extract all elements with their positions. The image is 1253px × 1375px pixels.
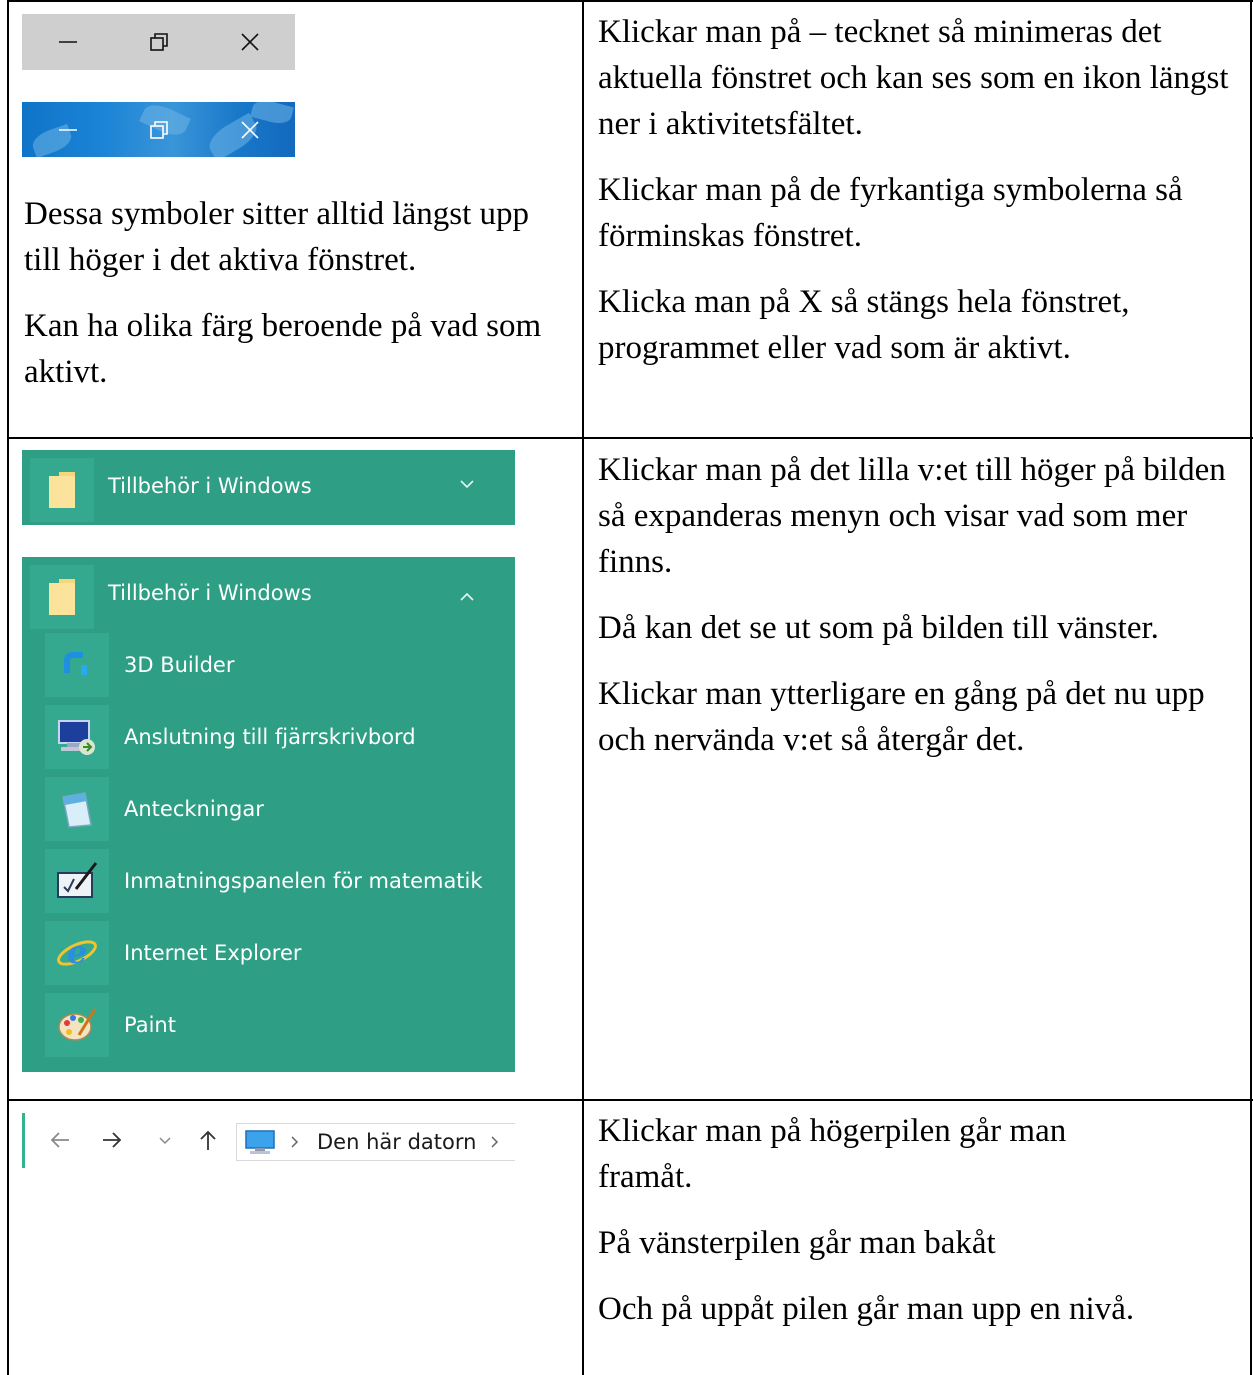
back-arrow-icon[interactable] [42, 1123, 78, 1157]
paragraph: Kan ha olika färg beroende på vad som ak… [24, 308, 542, 390]
internet-explorer-icon: e [45, 921, 109, 985]
row1-left-text: Dessa symboler sitter alltid längst upp … [24, 191, 564, 395]
row-divider-1 [7, 437, 1253, 439]
menu-item-label: Anteckningar [124, 797, 264, 821]
svg-text:e: e [67, 933, 87, 971]
menu-group-header[interactable]: Tillbehör i Windows [22, 450, 515, 522]
forward-arrow-icon[interactable] [94, 1123, 130, 1157]
menu-item-notepad[interactable]: Anteckningar [22, 773, 515, 845]
menu-group-title: Tillbehör i Windows [108, 581, 312, 605]
computer-icon [243, 1128, 277, 1161]
table-top-border [7, 0, 1253, 2]
menu-item-label: 3D Builder [124, 653, 235, 677]
menu-item-internet-explorer[interactable]: e Internet Explorer [22, 917, 515, 989]
row1-right-text: Klickar man på – tecknet så minimeras de… [598, 9, 1248, 371]
window-controls-grey [22, 14, 295, 70]
window-controls-blue [22, 102, 295, 157]
math-input-icon [45, 849, 109, 913]
menu-item-paint[interactable]: Paint [22, 989, 515, 1061]
menu-group-header[interactable]: Tillbehör i Windows [22, 557, 515, 629]
menu-group-title: Tillbehör i Windows [108, 474, 312, 498]
3d-builder-icon [45, 633, 109, 697]
breadcrumb-chevron-icon[interactable] [489, 1134, 499, 1155]
menu-item-label: Internet Explorer [124, 941, 302, 965]
remote-desktop-icon [45, 705, 109, 769]
row2-right-text: Klickar man på det lilla v:et till höger… [598, 447, 1248, 763]
restore-icon[interactable] [113, 102, 204, 157]
paragraph: Då kan det se ut som på bilden till väns… [598, 610, 1159, 646]
table-middle-border [582, 0, 584, 1375]
paragraph: Och på uppåt pilen går man upp en nivå. [598, 1291, 1135, 1327]
chevron-down-icon[interactable] [459, 476, 475, 497]
up-arrow-icon[interactable] [192, 1123, 224, 1157]
close-icon[interactable] [204, 102, 295, 157]
explorer-nav-bar: Den här datorn [22, 1113, 515, 1168]
menu-item-math-input[interactable]: Inmatningspanelen för matematik [22, 845, 515, 917]
menu-item-label: Anslutning till fjärrskrivbord [124, 725, 416, 749]
close-icon[interactable] [204, 15, 295, 70]
paragraph: På vänsterpilen går man bakåt [598, 1225, 996, 1261]
paragraph: Klickar man på de fyrkantiga symbolerna … [598, 172, 1183, 254]
folder-icon [30, 458, 94, 522]
nav-accent-bar [22, 1113, 25, 1168]
paragraph: Klicka man på X så stängs hela fönstret,… [598, 284, 1130, 366]
paragraph: Klickar man på högerpilen går man framåt… [598, 1113, 1067, 1195]
chevron-up-icon[interactable] [459, 589, 475, 610]
paragraph: Klickar man på – tecknet så minimeras de… [598, 14, 1229, 142]
folder-icon [30, 565, 94, 629]
notepad-icon [45, 777, 109, 841]
restore-icon[interactable] [113, 15, 204, 70]
menu-item-label: Inmatningspanelen för matematik [124, 869, 483, 893]
address-bar[interactable]: Den här datorn [236, 1123, 515, 1161]
recent-dropdown-icon[interactable] [154, 1123, 176, 1157]
menu-item-remote-desktop[interactable]: Anslutning till fjärrskrivbord [22, 701, 515, 773]
minimize-icon[interactable] [22, 15, 113, 70]
paragraph: Dessa symboler sitter alltid längst upp … [24, 196, 530, 278]
breadcrumb-location[interactable]: Den här datorn [317, 1124, 476, 1160]
row-divider-2 [7, 1099, 1253, 1101]
start-menu-group-collapsed: Tillbehör i Windows [22, 450, 515, 525]
table-right-border [1250, 0, 1252, 1375]
paragraph: Klickar man på det lilla v:et till höger… [598, 452, 1226, 580]
minimize-icon[interactable] [22, 102, 113, 157]
start-menu-group-expanded: Tillbehör i Windows 3D Builder Anslutnin… [22, 557, 515, 1072]
breadcrumb-chevron-icon [289, 1134, 299, 1155]
table-left-border [7, 0, 9, 1375]
paint-icon [45, 993, 109, 1057]
row3-right-text: Klickar man på högerpilen går man framåt… [598, 1108, 1248, 1332]
menu-item-3d-builder[interactable]: 3D Builder [22, 629, 515, 701]
paragraph: Klickar man ytterligare en gång på det n… [598, 676, 1205, 758]
menu-item-label: Paint [124, 1013, 176, 1037]
